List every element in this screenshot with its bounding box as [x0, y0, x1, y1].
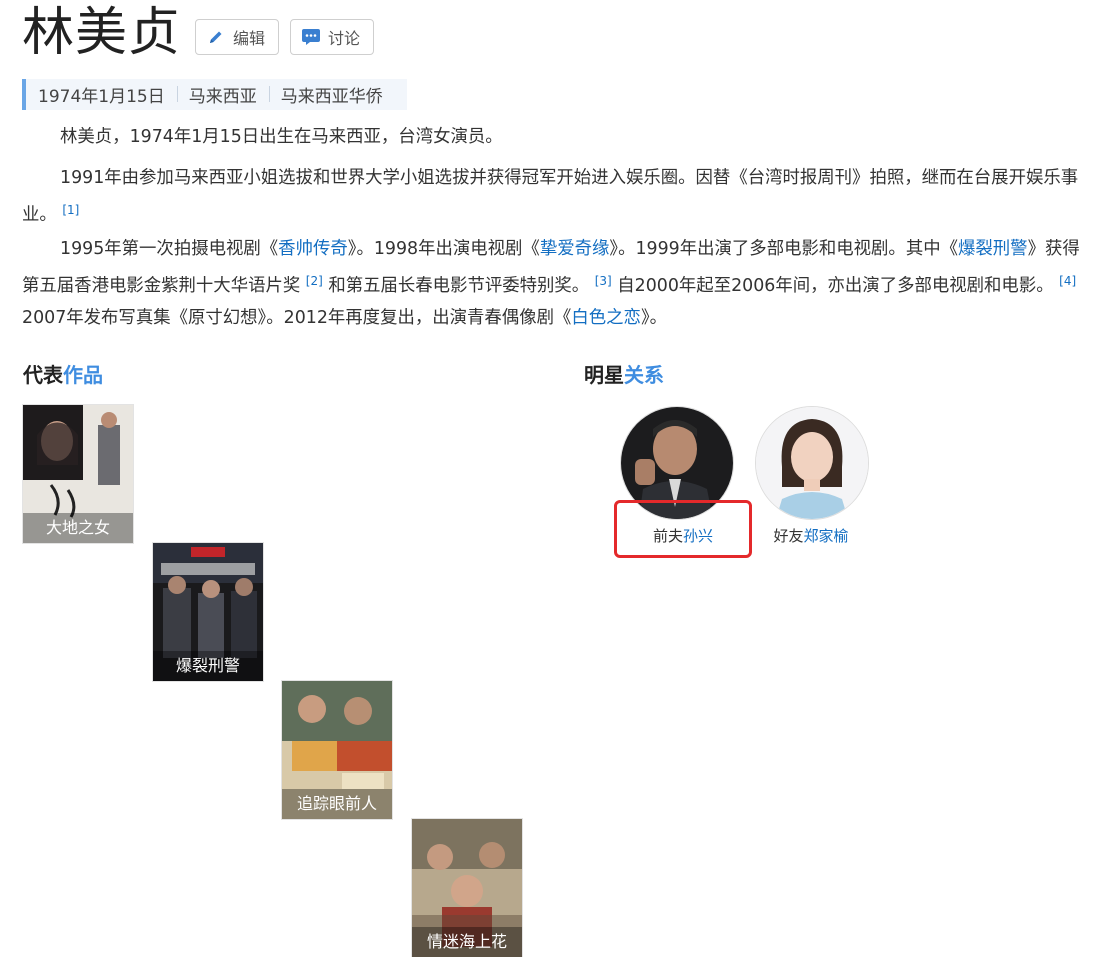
poster-caption: 追踪眼前人	[282, 789, 392, 819]
text-segment: 》。	[640, 308, 668, 328]
relation-label-zhengjiayu: 好友郑家榆	[752, 525, 870, 546]
basic-info-strip: 1974年1月15日 马来西亚 马来西亚华侨	[22, 79, 407, 110]
text-segment: 1995年第一次拍摄电视剧《	[60, 239, 279, 259]
reference-link-4[interactable]: [4]	[1059, 274, 1076, 288]
work-poster-2[interactable]: 爆裂刑警	[153, 543, 263, 681]
relations-section-title: 明星关系	[584, 359, 664, 388]
intro-paragraph: 林美贞，1974年1月15日出生在马来西亚，台湾女演员。	[60, 127, 503, 147]
relations-title-part: 明星	[584, 363, 624, 387]
poster-caption: 大地之女	[23, 513, 133, 543]
discuss-button[interactable]: 讨论	[290, 19, 374, 55]
text-segment: 2007年发布写真集《原寸幻想》。2012年再度复出，出演青春偶像剧《	[22, 308, 572, 328]
works-title-part: 代表	[23, 363, 63, 387]
work-poster-3[interactable]: 追踪眼前人	[282, 681, 392, 819]
link-zhiai[interactable]: 挚爱奇缘	[540, 239, 610, 259]
reference-link-2[interactable]: [2]	[306, 274, 323, 288]
reference-link-3[interactable]: [3]	[595, 274, 612, 288]
relation-avatar-zhengjiayu[interactable]	[755, 406, 869, 520]
chat-bubble-icon	[302, 28, 320, 46]
link-baise[interactable]: 白色之恋	[571, 308, 641, 328]
text-segment: 自2000年起至2006年间，亦出演了多部电视剧和电影。	[617, 276, 1054, 296]
career-text-1: 1991年由参加马来西亚小姐选拔和世界大学小姐选拔并获得冠军开始进入娱乐圈。因替…	[22, 168, 1079, 225]
page-title: 林美贞	[22, 3, 182, 63]
career-paragraph-2: 1995年第一次拍摄电视剧《香帅传奇》。1998年出演电视剧《挚爱奇缘》。199…	[22, 233, 1092, 334]
poster-caption: 情迷海上花	[412, 927, 522, 957]
work-poster-1[interactable]: 大地之女	[23, 405, 133, 543]
reference-link-1[interactable]: [1]	[62, 203, 79, 217]
works-title-accent: 作品	[63, 363, 103, 387]
ethnicity: 马来西亚华侨	[268, 82, 395, 107]
text-segment: 和第五届长春电影节评委特别奖。	[328, 276, 590, 296]
poster-caption: 爆裂刑警	[153, 651, 263, 681]
works-section-title: 代表作品	[23, 359, 103, 388]
relation-type: 好友	[773, 527, 804, 545]
career-paragraph-1: 1991年由参加马来西亚小姐选拔和世界大学小姐选拔并获得冠军开始进入娱乐圈。因替…	[22, 162, 1092, 231]
birth-date: 1974年1月15日	[38, 87, 165, 107]
work-poster-4[interactable]: 情迷海上花	[412, 819, 522, 957]
relation-name-link[interactable]: 郑家榆	[804, 527, 849, 545]
edit-button[interactable]: 编辑	[195, 19, 279, 55]
link-xiangshuai[interactable]: 香帅传奇	[278, 239, 348, 259]
relations-title-accent: 关系	[624, 363, 664, 387]
edit-label: 编辑	[233, 29, 266, 48]
highlight-box	[614, 500, 752, 558]
link-baolie[interactable]: 爆裂刑警	[958, 239, 1028, 259]
nationality: 马来西亚	[176, 82, 269, 107]
avatar	[756, 407, 868, 519]
text-segment: 》。1998年出演电视剧《	[347, 239, 540, 259]
text-segment: 》。1999年出演了多部电影和电视剧。其中《	[609, 239, 958, 259]
pencil-icon	[207, 28, 225, 46]
discuss-label: 讨论	[328, 29, 361, 48]
